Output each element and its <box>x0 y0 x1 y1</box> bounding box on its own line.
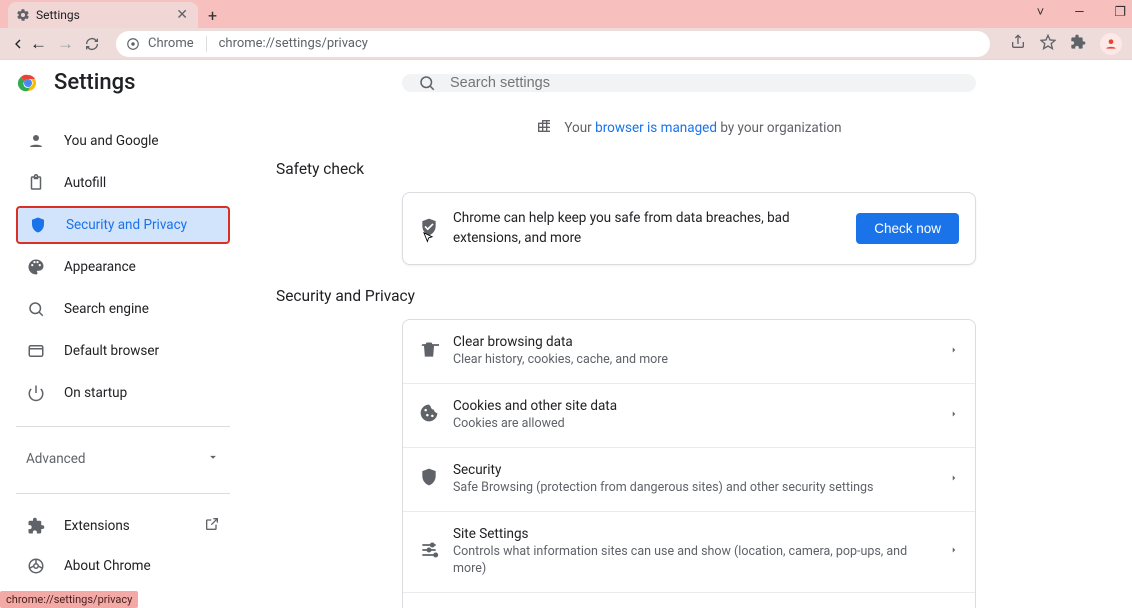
extensions-icon[interactable] <box>1070 34 1086 54</box>
row-title: Security <box>453 462 935 478</box>
sidebar-item-label: You and Google <box>64 133 159 149</box>
row-subtitle: Safe Browsing (protection from dangerous… <box>453 480 935 497</box>
trash-icon <box>419 340 439 364</box>
minimize-icon[interactable]: — <box>1074 5 1084 20</box>
clipboard-icon <box>26 173 46 193</box>
sidebar-item-default-browser[interactable]: Default browser <box>16 332 230 370</box>
sidebar-item-on-startup[interactable]: On startup <box>16 374 230 412</box>
status-bar: chrome://settings/privacy <box>0 591 138 608</box>
verified-icon <box>419 217 439 241</box>
sidebar-item-label: Appearance <box>64 259 136 275</box>
managed-link[interactable]: browser is managed <box>595 120 717 136</box>
main-content: Your browser is managed by your organiza… <box>246 60 1132 608</box>
sidebar-item-label: Default browser <box>64 343 159 359</box>
shield-icon <box>28 215 48 235</box>
row-subtitle: Cookies are allowed <box>453 416 935 433</box>
row-title: Site Settings <box>453 526 935 542</box>
sidebar-item-label: About Chrome <box>64 558 151 574</box>
address-bar[interactable]: Chrome chrome://settings/privacy <box>116 31 990 57</box>
bookmark-icon[interactable] <box>1040 34 1056 54</box>
sidebar-advanced-label: Advanced <box>26 451 86 467</box>
gear-icon <box>16 8 30 22</box>
sidebar-item-autofill[interactable]: Autofill <box>16 164 230 202</box>
row-subtitle: Clear history, cookies, cache, and more <box>453 352 935 369</box>
browser-toolbar: ← → Chrome chrome://settings/privacy <box>0 28 1132 60</box>
row-security[interactable]: Security Safe Browsing (protection from … <box>403 448 975 512</box>
external-link-icon <box>204 516 220 536</box>
person-icon <box>26 131 46 151</box>
sidebar-item-appearance[interactable]: Appearance <box>16 248 230 286</box>
browser-tab[interactable]: Settings ✕ <box>8 2 198 28</box>
sidebar-item-label: Extensions <box>64 518 130 534</box>
forward-arrow-icon[interactable]: → <box>57 34 74 54</box>
profile-avatar[interactable] <box>1100 33 1122 55</box>
browser-icon <box>26 341 46 361</box>
close-icon[interactable]: ✕ <box>174 6 190 24</box>
security-privacy-heading: Security and Privacy <box>276 287 850 305</box>
row-site-settings[interactable]: Site Settings Controls what information … <box>403 512 975 593</box>
maximize-icon[interactable]: ❐ <box>1114 5 1126 20</box>
row-privacy-sandbox[interactable]: Privacy Sandbox <box>403 593 975 608</box>
new-tab-button[interactable]: + <box>208 8 217 24</box>
row-cookies[interactable]: Cookies and other site data Cookies are … <box>403 384 975 448</box>
domain-icon <box>536 118 552 138</box>
puzzle-icon <box>26 516 46 536</box>
chevron-right-icon <box>949 408 959 423</box>
power-icon <box>26 383 46 403</box>
row-title: Clear browsing data <box>453 334 935 350</box>
palette-icon <box>26 257 46 277</box>
tab-strip: Settings ✕ + ˅ — ❐ <box>0 0 1132 28</box>
sidebar: You and Google Autofill Security and Pri… <box>0 60 246 608</box>
sidebar-advanced[interactable]: Advanced <box>16 439 230 479</box>
shield-icon <box>419 467 439 491</box>
row-clear-browsing-data[interactable]: Clear browsing data Clear history, cooki… <box>403 320 975 384</box>
sidebar-item-extensions[interactable]: Extensions <box>16 506 230 546</box>
window-controls: ˅ — ❐ <box>1037 4 1126 20</box>
cookie-icon <box>419 403 439 427</box>
tab-title: Settings <box>36 8 168 22</box>
chevron-right-icon <box>949 472 959 487</box>
sidebar-item-security-privacy[interactable]: Security and Privacy <box>16 206 230 244</box>
separator <box>206 36 207 52</box>
chevron-right-icon <box>949 544 959 559</box>
sidebar-item-label: On startup <box>64 385 127 401</box>
search-icon <box>418 74 436 92</box>
row-title: Cookies and other site data <box>453 398 935 414</box>
origin-chip: Chrome <box>148 36 194 51</box>
share-icon[interactable] <box>1010 34 1026 54</box>
chrome-icon <box>26 556 46 576</box>
search-icon <box>26 299 46 319</box>
url-text: chrome://settings/privacy <box>219 36 368 51</box>
check-now-button[interactable]: Check now <box>856 213 959 244</box>
caret-down-icon[interactable]: ˅ <box>1037 4 1045 20</box>
security-privacy-card: Clear browsing data Clear history, cooki… <box>402 319 976 608</box>
sidebar-item-you-and-google[interactable]: You and Google <box>16 122 230 160</box>
sidebar-item-search-engine[interactable]: Search engine <box>16 290 230 328</box>
row-subtitle: Controls what information sites can use … <box>453 544 935 578</box>
back-arrow-icon: ← <box>30 34 47 54</box>
chevron-right-icon <box>949 344 959 359</box>
sidebar-item-about-chrome[interactable]: About Chrome <box>16 546 230 586</box>
managed-banner: Your browser is managed by your organiza… <box>536 118 841 138</box>
caret-down-icon <box>206 450 220 468</box>
search-input[interactable] <box>450 75 960 91</box>
managed-text-suffix: by your organization <box>717 120 842 136</box>
search-settings[interactable] <box>402 74 976 92</box>
safety-check-card: Chrome can help keep you safe from data … <box>402 192 976 265</box>
safety-check-text: Chrome can help keep you safe from data … <box>453 209 842 248</box>
sidebar-item-label: Search engine <box>64 301 149 317</box>
sliders-icon <box>419 540 439 564</box>
sidebar-item-label: Security and Privacy <box>66 217 187 233</box>
safety-check-heading: Safety check <box>276 160 850 178</box>
managed-text-prefix: Your <box>564 120 595 136</box>
site-info-icon[interactable] <box>126 37 140 51</box>
sidebar-item-label: Autofill <box>64 175 106 191</box>
reload-button[interactable] <box>84 36 100 52</box>
back-button[interactable] <box>10 36 26 52</box>
